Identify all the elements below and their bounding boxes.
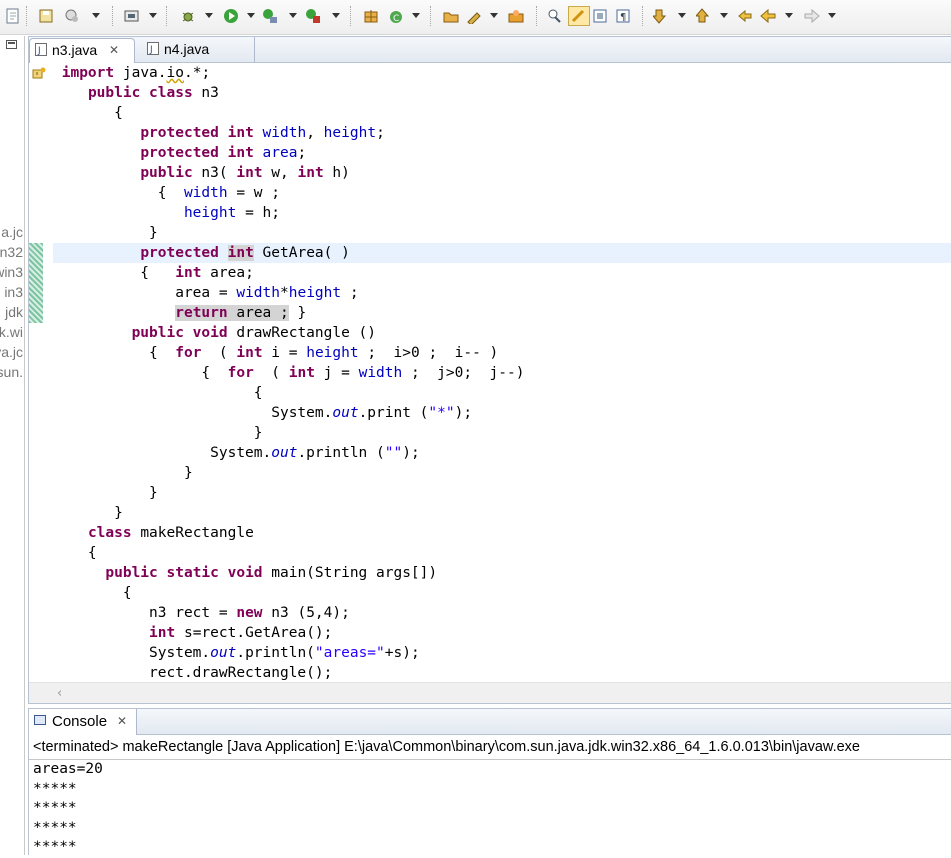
change-marker	[29, 243, 43, 323]
code-line[interactable]: { int area;	[53, 263, 951, 283]
code-line[interactable]: }	[53, 423, 951, 443]
scroll-left-icon[interactable]: ‹	[57, 686, 62, 701]
overview-ruler	[29, 63, 53, 683]
code-line[interactable]: area = width*height ;	[53, 283, 951, 303]
java-file-icon: J	[35, 43, 47, 56]
code-line[interactable]: protected int area;	[53, 143, 951, 163]
console-tab-bar: Console ✕	[29, 709, 951, 735]
package-item[interactable]: in3	[4, 282, 23, 302]
console-output-line: areas=20	[33, 761, 103, 777]
run-icon[interactable]	[223, 8, 239, 24]
editor-pane: J n3.java ✕ J n4.java import java.io.*; …	[28, 36, 951, 704]
code-line[interactable]: { for ( int i = height ; i>0 ; i-- )	[53, 343, 951, 363]
code-line[interactable]: class makeRectangle	[53, 523, 951, 543]
code-line[interactable]: rect.drawRectangle();	[53, 663, 951, 683]
tab-label: n4.java	[164, 41, 210, 57]
console-output-line: *****	[33, 800, 77, 816]
svg-text:C: C	[393, 14, 399, 24]
console-output-line: *****	[33, 819, 77, 836]
console-process-description: <terminated> makeRectangle [Java Applica…	[33, 739, 860, 755]
package-item[interactable]: sun.	[0, 362, 23, 382]
tab-console[interactable]: Console ✕	[29, 709, 137, 735]
debug-icon[interactable]	[180, 8, 196, 24]
back-icon[interactable]	[760, 8, 776, 24]
code-line[interactable]: }	[53, 223, 951, 243]
code-line[interactable]: }	[53, 503, 951, 523]
svg-text:¶: ¶	[620, 12, 626, 23]
package-item[interactable]: n32	[0, 242, 23, 262]
code-line[interactable]: public n3( int w, int h)	[53, 163, 951, 183]
code-line[interactable]: import java.io.*;	[53, 63, 951, 83]
print-icon[interactable]	[64, 8, 80, 24]
package-item[interactable]: a.jc	[1, 222, 23, 242]
console-output-line: *****	[33, 780, 77, 797]
editor-tab-bar: J n3.java ✕ J n4.java	[29, 37, 951, 63]
previous-annotation-icon[interactable]	[696, 8, 712, 24]
new-icon[interactable]	[6, 8, 20, 24]
restore-icon[interactable]	[6, 40, 17, 49]
block-selection-icon[interactable]	[592, 8, 608, 24]
console-pane: Console ✕ <terminated> makeRectangle [Ja…	[28, 708, 951, 855]
code-line[interactable]: }	[53, 483, 951, 503]
console-icon	[34, 715, 46, 725]
code-line[interactable]: public class n3	[53, 83, 951, 103]
java-file-icon: J	[147, 42, 159, 55]
new-package-icon[interactable]: C	[388, 8, 404, 24]
code-area[interactable]: import java.io.*; public class n3 { prot…	[53, 63, 951, 683]
code-line[interactable]: height = h;	[53, 203, 951, 223]
package-item[interactable]: jdk	[5, 302, 23, 322]
close-icon[interactable]: ✕	[109, 39, 119, 61]
warning-icon	[32, 67, 46, 79]
console-output[interactable]: areas=20 ***** ***** ***** *****	[33, 760, 103, 858]
package-item[interactable]: win3	[0, 262, 23, 282]
package-item[interactable]: va.jc	[0, 342, 23, 362]
tab-label: n3.java	[52, 42, 98, 58]
open-type-icon[interactable]	[124, 8, 140, 24]
svg-text:J: J	[149, 45, 153, 55]
horizontal-scrollbar[interactable]: ‹	[29, 682, 951, 703]
external-tools-icon[interactable]	[305, 8, 321, 24]
tab-n3-java[interactable]: J n3.java ✕	[29, 38, 135, 63]
package-item[interactable]: k.wi	[0, 322, 23, 342]
code-line[interactable]: return area ; }	[53, 303, 951, 323]
show-whitespace-icon[interactable]: ¶	[615, 8, 631, 24]
code-line[interactable]: int s=rect.GetArea();	[53, 623, 951, 643]
last-edit-icon[interactable]	[737, 8, 753, 24]
new-java-project-icon[interactable]	[363, 8, 379, 24]
code-line[interactable]: public void drawRectangle ()	[53, 323, 951, 343]
package-explorer-strip: a.jcn32win3in3jdkk.wiva.jcsun.	[0, 36, 25, 855]
forward-icon[interactable]	[804, 8, 820, 24]
code-line[interactable]: { for ( int j = width ; j>0; j--)	[53, 363, 951, 383]
code-line[interactable]: }	[53, 463, 951, 483]
code-line[interactable]: { width = w ;	[53, 183, 951, 203]
coverage-icon[interactable]	[262, 8, 278, 24]
open-folder-icon[interactable]	[443, 8, 459, 24]
code-line[interactable]: {	[53, 383, 951, 403]
toggle-breakpoint-icon[interactable]	[546, 8, 562, 24]
save-all-icon[interactable]	[38, 8, 54, 24]
close-icon[interactable]: ✕	[117, 709, 127, 734]
code-line[interactable]: System.out.print ("*");	[53, 403, 951, 423]
code-line[interactable]: {	[53, 583, 951, 603]
code-line[interactable]: n3 rect = new n3 (5,4);	[53, 603, 951, 623]
mark-occurrences-icon[interactable]	[568, 6, 590, 26]
code-line[interactable]: System.out.println("areas="+s);	[53, 643, 951, 663]
code-line[interactable]: public static void main(String args[])	[53, 563, 951, 583]
svg-text:J: J	[37, 46, 41, 56]
main-toolbar: C ¶	[0, 0, 951, 35]
code-line[interactable]: {	[53, 103, 951, 123]
code-line[interactable]: protected int width, height;	[53, 123, 951, 143]
code-line[interactable]: System.out.println ("");	[53, 443, 951, 463]
code-line[interactable]: protected int GetArea( )	[53, 243, 951, 263]
new-class-icon[interactable]	[466, 8, 482, 24]
next-annotation-icon[interactable]	[653, 8, 669, 24]
code-line[interactable]: {	[53, 543, 951, 563]
tab-label: Console	[52, 713, 108, 730]
tab-n4-java[interactable]: J n4.java	[142, 38, 242, 62]
open-task-icon[interactable]	[508, 8, 524, 24]
